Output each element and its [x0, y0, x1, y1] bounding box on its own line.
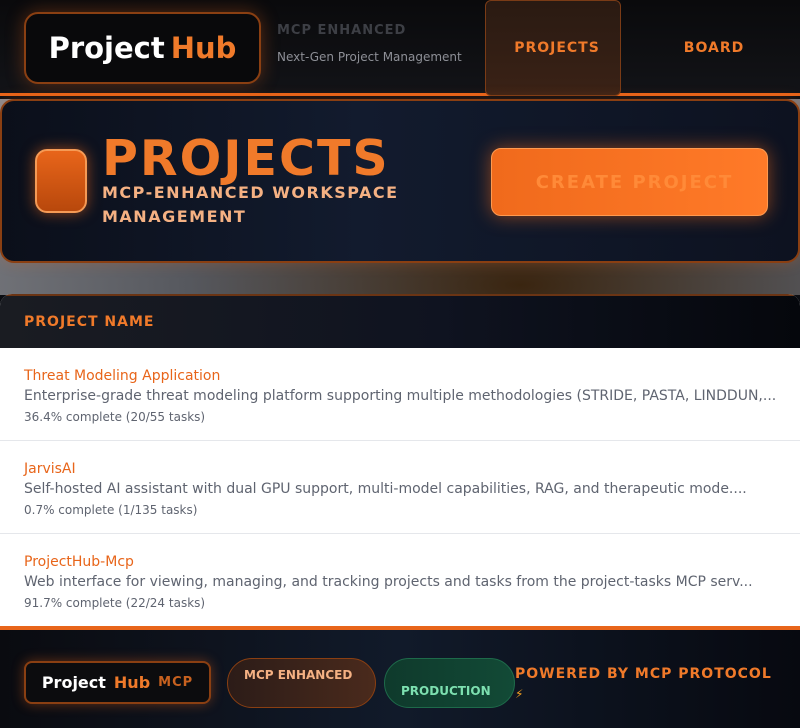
page-title: PROJECTS [102, 130, 390, 187]
project-progress: 36.4% complete (20/55 tasks) [24, 410, 206, 424]
footer-logo[interactable]: Project Hub MCP [24, 661, 211, 704]
table-row[interactable]: Threat Modeling Application Enterprise-g… [0, 348, 800, 441]
project-name-link[interactable]: Threat Modeling Application [24, 366, 776, 386]
nav-board-button[interactable]: BOARD [650, 0, 770, 96]
footer: Project Hub MCP MCP ENHANCED PRODUCTION … [0, 626, 800, 728]
mcp-enhanced-badge: MCP ENHANCED [227, 658, 376, 708]
project-description: Web interface for viewing, managing, and… [24, 574, 753, 590]
nav-projects-label: PROJECTS [514, 40, 600, 56]
tagline: Next-Gen Project Management [277, 50, 462, 64]
column-header-label: PROJECT NAME [24, 314, 155, 330]
powered-by-label: POWERED BY MCP PROTOCOL [515, 666, 772, 682]
logo-text-project: Project [48, 31, 165, 65]
powered-by: POWERED BY MCP PROTOCOL ⚡ [515, 664, 772, 704]
nav-board-label: BOARD [683, 40, 745, 56]
production-badge-label: PRODUCTION [401, 684, 491, 698]
mcp-enhanced-badge-label: MCP ENHANCED [244, 668, 353, 682]
project-description: Self-hosted AI assistant with dual GPU s… [24, 481, 747, 497]
nav-projects-button[interactable]: PROJECTS [485, 0, 621, 96]
project-progress: 0.7% complete (1/135 tasks) [24, 503, 198, 517]
page-subtitle: MCP-ENHANCED WORKSPACE MANAGEMENT [102, 183, 399, 226]
app-logo[interactable]: Project Hub [24, 12, 261, 84]
mcp-enhanced-label: MCP ENHANCED [277, 23, 407, 38]
project-description: Enterprise-grade threat modeling platfor… [24, 388, 776, 404]
create-project-label: CREATE PROJECT [535, 171, 734, 193]
hero-section: PROJECTS MCP-ENHANCED WORKSPACE MANAGEME… [0, 99, 800, 295]
footer-logo-mcp: MCP [158, 675, 194, 690]
logo-text-hub: Hub [170, 31, 237, 65]
bolt-icon: ⚡ [515, 687, 525, 701]
create-project-button[interactable]: CREATE PROJECT [491, 148, 768, 216]
top-navbar: Project Hub MCP ENHANCED Next-Gen Projec… [0, 0, 800, 96]
column-header-project-name[interactable]: PROJECT NAME [0, 294, 800, 348]
table-row[interactable]: ProjectHub-Mcp Web interface for viewing… [0, 534, 800, 626]
production-badge: PRODUCTION [384, 658, 515, 708]
footer-logo-project: Project [41, 673, 106, 692]
hero-card: PROJECTS MCP-ENHANCED WORKSPACE MANAGEME… [0, 99, 800, 263]
footer-logo-hub: Hub [113, 673, 151, 692]
project-name-link[interactable]: ProjectHub-Mcp [24, 552, 776, 572]
project-name-link[interactable]: JarvisAI [24, 459, 776, 479]
table-row[interactable]: JarvisAI Self-hosted AI assistant with d… [0, 441, 800, 534]
projects-table: PROJECT NAME Threat Modeling Application… [0, 294, 800, 626]
project-progress: 91.7% complete (22/24 tasks) [24, 596, 206, 610]
folder-icon [35, 149, 87, 213]
